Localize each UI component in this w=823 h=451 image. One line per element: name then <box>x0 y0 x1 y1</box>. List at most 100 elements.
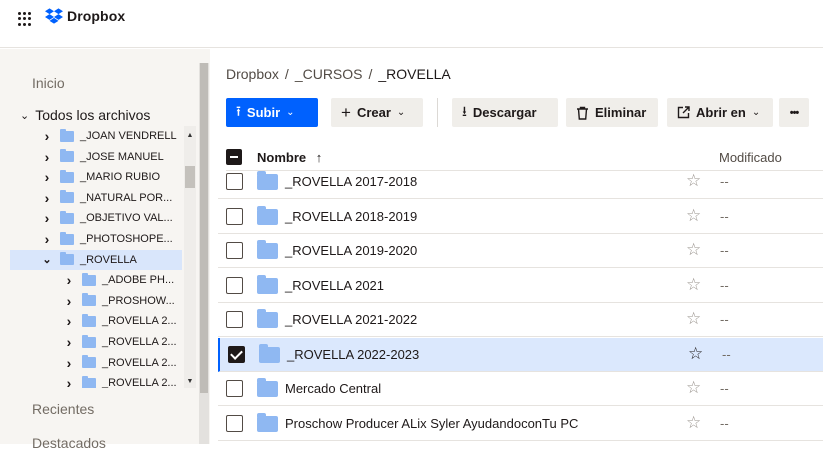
column-name-header[interactable]: Nombre ↑ <box>257 150 322 165</box>
file-name[interactable]: Proschow Producer ALix Syler Ayudandocon… <box>285 416 578 431</box>
chevron-right-icon[interactable]: › <box>42 149 52 165</box>
tree-item[interactable]: › _ROVELLA 2... <box>10 311 182 331</box>
chevron-right-icon[interactable]: › <box>64 293 74 309</box>
tree-item[interactable]: › _MARIO RUBIO <box>10 167 182 187</box>
file-row[interactable]: _ROVELLA 2021-2022 ☆ -- <box>218 303 823 337</box>
sidebar-scrollbar-thumb[interactable] <box>200 63 208 393</box>
row-checkbox[interactable] <box>226 242 243 259</box>
modified-value: -- <box>720 174 729 189</box>
file-row[interactable]: Mercado Central ☆ -- <box>218 372 823 406</box>
chevron-right-icon[interactable]: › <box>42 128 52 144</box>
folder-icon <box>60 231 74 245</box>
nav-home[interactable]: Inicio <box>32 75 65 91</box>
modified-value: -- <box>722 346 731 362</box>
tree-item[interactable]: › _ROVELLA 2... <box>10 353 182 373</box>
file-name[interactable]: _ROVELLA 2018-2019 <box>285 209 417 224</box>
chevron-right-icon[interactable]: › <box>42 190 52 206</box>
folder-icon <box>257 309 278 328</box>
sidebar-scrollbar[interactable] <box>199 63 209 444</box>
file-row[interactable]: _ROVELLA 2022-2023 ☆ -- <box>218 337 823 372</box>
star-icon[interactable]: ☆ <box>688 344 703 364</box>
file-row[interactable]: _ROVELLA 2017-2018 ☆ -- <box>218 165 823 199</box>
chevron-down-icon[interactable]: ⌄ <box>42 253 52 266</box>
delete-button[interactable]: Eliminar <box>566 98 658 127</box>
scroll-up-icon[interactable]: ▲ <box>184 130 196 142</box>
download-button[interactable]: ⭳ Descargar <box>452 98 558 127</box>
nav-recent[interactable]: Recientes <box>32 401 94 417</box>
column-modified-header[interactable]: Modificado <box>719 150 782 165</box>
tree-item[interactable]: › _OBJETIVO VAL... <box>10 208 182 228</box>
chevron-right-icon[interactable]: › <box>64 375 74 388</box>
tree-item[interactable]: › _PHOTOSHOPE... <box>10 229 182 249</box>
tree-item[interactable]: › _ADOBE PH... <box>10 270 182 290</box>
logo-text: Dropbox <box>67 8 126 24</box>
upload-button[interactable]: ⭱ Subir ⌄ <box>226 98 318 127</box>
tree-item[interactable]: › _JOSE MANUEL <box>10 147 182 167</box>
dropbox-logo[interactable]: Dropbox <box>45 8 125 24</box>
chevron-right-icon[interactable]: › <box>42 169 52 185</box>
tree-item-label: _OBJETIVO VAL... <box>80 212 173 225</box>
file-row[interactable]: Proschow Producer ALix Syler Ayudandocon… <box>218 407 823 441</box>
modified-value: -- <box>720 312 729 327</box>
toolbar-divider <box>437 98 438 127</box>
row-checkbox[interactable] <box>228 345 245 363</box>
app-grid-icon[interactable] <box>18 12 32 26</box>
star-icon[interactable]: ☆ <box>686 378 701 398</box>
more-button[interactable]: ••• <box>779 98 809 127</box>
tree-scrollbar-thumb[interactable] <box>185 166 195 188</box>
nav-all-files[interactable]: ⌄ Todos los archivos <box>20 107 150 123</box>
tree-item[interactable]: › _ROVELLA 2... <box>10 332 182 352</box>
breadcrumb-cursos[interactable]: _CURSOS <box>295 66 363 82</box>
chevron-right-icon[interactable]: › <box>64 313 74 329</box>
row-checkbox[interactable] <box>226 414 243 432</box>
tree-scrollbar[interactable]: ▲ ▼ <box>184 126 196 388</box>
file-name[interactable]: _ROVELLA 2022-2023 <box>287 347 419 362</box>
breadcrumb-root[interactable]: Dropbox <box>226 66 279 82</box>
row-checkbox[interactable] <box>226 311 243 328</box>
file-row[interactable]: _ROVELLA 2019-2020 ☆ -- <box>218 234 823 268</box>
folder-icon <box>259 343 280 363</box>
chevron-right-icon[interactable]: › <box>42 231 52 247</box>
star-icon[interactable]: ☆ <box>686 206 701 226</box>
trash-icon <box>577 106 588 120</box>
tree-item[interactable]: › _JOAN VENDRELL <box>10 126 182 146</box>
star-icon[interactable]: ☆ <box>686 275 701 295</box>
row-checkbox[interactable] <box>226 207 243 225</box>
tree-item[interactable]: › _PROSHOW... <box>10 291 182 311</box>
file-name[interactable]: _ROVELLA 2019-2020 <box>285 243 417 258</box>
star-icon[interactable]: ☆ <box>686 413 701 433</box>
breadcrumb-separator: / <box>368 66 373 82</box>
nav-starred[interactable]: Destacados <box>32 435 106 451</box>
star-icon[interactable]: ☆ <box>686 240 701 260</box>
sort-ascending-icon: ↑ <box>315 150 323 165</box>
star-icon[interactable]: ☆ <box>686 171 701 191</box>
download-label: Descargar <box>472 105 537 120</box>
file-name[interactable]: _ROVELLA 2017-2018 <box>285 174 417 189</box>
row-checkbox[interactable] <box>226 276 243 294</box>
tree-item[interactable]: › _ROVELLA 2... <box>10 373 182 388</box>
tree-item-label: _JOAN VENDRELL <box>80 130 177 142</box>
tree-item[interactable]: › _NATURAL POR... <box>10 188 182 208</box>
delete-label: Eliminar <box>595 105 647 120</box>
tree-item[interactable]: ⌄ _ROVELLA <box>10 249 182 270</box>
file-row[interactable]: _ROVELLA 2021 ☆ -- <box>218 269 823 303</box>
select-all-checkbox[interactable] <box>226 149 242 165</box>
chevron-right-icon[interactable]: › <box>42 210 52 226</box>
open-in-button[interactable]: Abrir en ⌄ <box>667 98 773 127</box>
chevron-down-icon[interactable]: ⌄ <box>20 109 29 122</box>
folder-icon <box>60 128 74 142</box>
chevron-right-icon[interactable]: › <box>64 355 74 371</box>
chevron-right-icon[interactable]: › <box>64 334 74 350</box>
star-icon[interactable]: ☆ <box>686 309 701 329</box>
chevron-right-icon[interactable]: › <box>64 272 74 288</box>
tree-item-label: _ROVELLA <box>80 253 137 266</box>
file-name[interactable]: _ROVELLA 2021 <box>285 278 384 293</box>
create-button[interactable]: + Crear ⌄ <box>331 98 423 127</box>
tree-item-label: _JOSE MANUEL <box>80 150 164 163</box>
file-name[interactable]: _ROVELLA 2021-2022 <box>285 312 417 327</box>
file-row[interactable]: _ROVELLA 2018-2019 ☆ -- <box>218 200 823 234</box>
row-checkbox[interactable] <box>226 173 243 190</box>
file-name[interactable]: Mercado Central <box>285 381 381 396</box>
scroll-down-icon[interactable]: ▼ <box>184 376 196 388</box>
row-checkbox[interactable] <box>226 380 243 397</box>
